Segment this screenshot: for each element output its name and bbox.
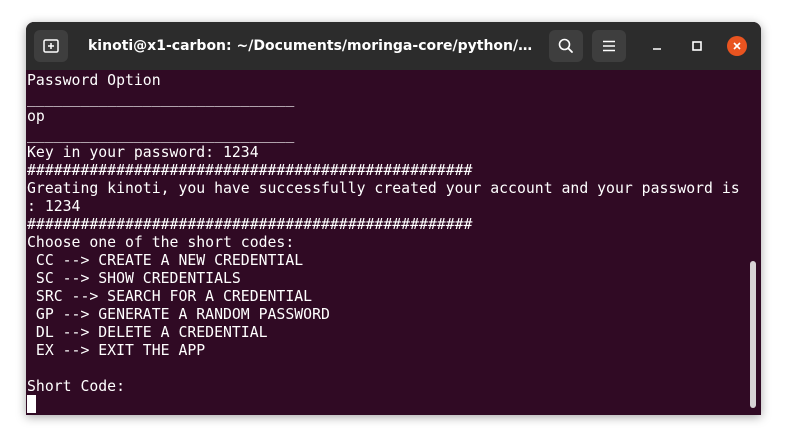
text-cursor <box>27 395 36 413</box>
terminal-line: EX --> EXIT THE APP <box>27 342 206 359</box>
maximize-button[interactable] <box>687 36 707 56</box>
minimize-icon <box>653 48 661 50</box>
terminal-window: kinoti@x1-carbon: ~/Documents/moringa-co… <box>26 22 761 415</box>
minimize-button[interactable] <box>647 36 667 56</box>
title-bar: kinoti@x1-carbon: ~/Documents/moringa-co… <box>26 22 761 70</box>
new-tab-button[interactable] <box>34 30 68 62</box>
terminal-prompt: Short Code: <box>27 378 125 395</box>
close-button[interactable] <box>727 36 747 56</box>
terminal-line: SRC --> SEARCH FOR A CREDENTIAL <box>27 288 313 305</box>
terminal-line: Key in your password: 1234 <box>27 144 259 161</box>
terminal-line: Choose one of the short codes: <box>27 234 295 251</box>
terminal-line: ########################################… <box>27 216 473 233</box>
terminal-line: SC --> SHOW CREDENTIALS <box>27 270 241 287</box>
terminal-output[interactable]: Password Option ________________________… <box>26 70 761 415</box>
new-tab-icon <box>43 39 59 53</box>
close-icon <box>733 42 741 50</box>
menu-button[interactable] <box>592 30 626 62</box>
hamburger-menu-icon <box>603 40 615 52</box>
terminal-line: ______________________________ <box>27 90 295 107</box>
search-icon <box>558 38 573 53</box>
terminal-line: ########################################… <box>27 162 473 179</box>
terminal-line: DL --> DELETE A CREDENTIAL <box>27 324 268 341</box>
terminal-line: op <box>27 108 45 125</box>
terminal-line: Greating kinoti, you have successfully c… <box>27 180 740 197</box>
search-button[interactable] <box>549 30 583 62</box>
maximize-icon <box>692 41 702 51</box>
terminal-line: CC --> CREATE A NEW CREDENTIAL <box>27 252 304 269</box>
terminal-line: Password Option <box>27 72 161 89</box>
vertical-scrollbar[interactable] <box>750 261 756 408</box>
terminal-line: : 1234 <box>27 198 81 215</box>
window-title: kinoti@x1-carbon: ~/Documents/moringa-co… <box>88 38 536 54</box>
terminal-line: ______________________________ <box>27 126 295 143</box>
terminal-line: GP --> GENERATE A RANDOM PASSWORD <box>27 306 330 323</box>
